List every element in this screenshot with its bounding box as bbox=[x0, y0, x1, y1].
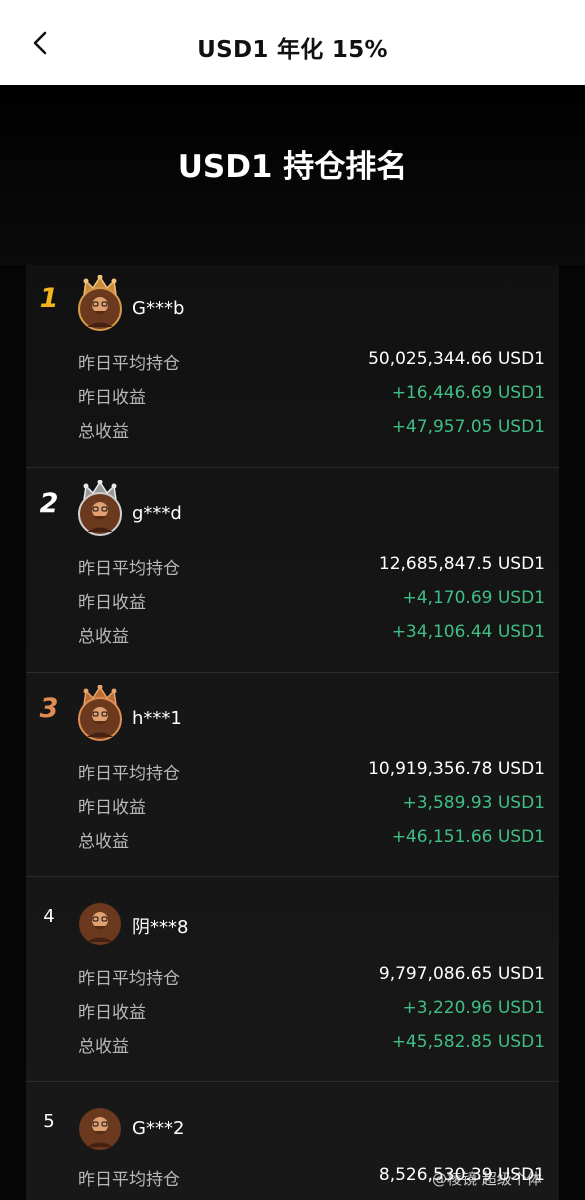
yesterday-profit-value: +16,446.69 USD1 bbox=[391, 383, 545, 403]
avg-position-value: 50,025,344.66 USD1 bbox=[368, 349, 545, 369]
username: G***b bbox=[132, 298, 185, 319]
avg-position-value: 9,797,086.65 USD1 bbox=[378, 964, 545, 984]
user-avatar bbox=[78, 492, 122, 536]
user-avatar bbox=[79, 1108, 121, 1150]
total-profit-label: 总收益 bbox=[78, 422, 129, 442]
ranking-entry-4: 4 阴***8 昨日平均持仓 9,797,086.65 USD1 昨日收益 +3… bbox=[26, 880, 559, 1084]
avg-position-label: 昨日平均持仓 bbox=[78, 354, 180, 374]
yesterday-profit-label: 昨日收益 bbox=[78, 798, 146, 818]
entry-divider bbox=[26, 467, 559, 468]
entry-divider bbox=[26, 1081, 559, 1082]
avg-position-row: 昨日平均持仓 9,797,086.65 USD1 bbox=[78, 964, 545, 989]
total-profit-value: +46,151.66 USD1 bbox=[391, 827, 545, 847]
avg-position-value: 12,685,847.5 USD1 bbox=[378, 554, 545, 574]
total-profit-row: 总收益 +45,582.85 USD1 bbox=[78, 1032, 545, 1057]
total-profit-row: 总收益 +46,151.66 USD1 bbox=[78, 827, 545, 852]
total-profit-row: 总收益 +34,106.44 USD1 bbox=[78, 622, 545, 647]
rank-number-3: 3 bbox=[39, 693, 59, 724]
total-profit-label: 总收益 bbox=[78, 627, 129, 647]
total-profit-value: +45,582.85 USD1 bbox=[391, 1032, 545, 1052]
yesterday-profit-row: 昨日收益 +3,589.93 USD1 bbox=[78, 793, 546, 818]
yesterday-profit-value: +3,589.93 USD1 bbox=[402, 793, 546, 813]
avg-position-label: 昨日平均持仓 bbox=[78, 559, 180, 579]
ranking-entry-1: 1 G***b 昨日平均持仓 50,025,344.66 USD1 昨日收益 +… bbox=[26, 265, 559, 469]
rank-number-1: 1 bbox=[39, 283, 59, 314]
avg-position-row: 昨日平均持仓 10,919,356.78 USD1 bbox=[78, 759, 545, 784]
yesterday-profit-row: 昨日收益 +4,170.69 USD1 bbox=[78, 588, 546, 613]
page-title: USD1 年化 15% bbox=[197, 37, 388, 63]
ranking-entry-3: 3 h***1 昨日平均持仓 10,919,356.78 USD1 昨日收益 +… bbox=[26, 675, 559, 879]
yesterday-profit-value: +4,170.69 USD1 bbox=[402, 588, 546, 608]
total-profit-value: +34,106.44 USD1 bbox=[391, 622, 545, 642]
avg-position-value: 10,919,356.78 USD1 bbox=[368, 759, 545, 779]
rank-number-4: 4 bbox=[43, 906, 55, 927]
entry-divider bbox=[26, 876, 559, 877]
yesterday-profit-label: 昨日收益 bbox=[78, 1003, 146, 1023]
user-avatar bbox=[78, 287, 122, 331]
user-avatar bbox=[78, 697, 122, 741]
user-avatar bbox=[79, 903, 121, 945]
avg-position-label: 昨日平均持仓 bbox=[78, 1170, 180, 1190]
username: g***d bbox=[132, 503, 182, 524]
total-profit-label: 总收益 bbox=[78, 1037, 129, 1057]
ranking-title: USD1 持仓排名 bbox=[177, 149, 408, 185]
username: 阴***8 bbox=[132, 917, 189, 938]
entry-divider bbox=[26, 672, 559, 673]
yesterday-profit-label: 昨日收益 bbox=[78, 593, 146, 613]
rank-number-5: 5 bbox=[43, 1111, 55, 1132]
watermark: @棱镜·超级个体 bbox=[432, 1170, 542, 1188]
yesterday-profit-label: 昨日收益 bbox=[78, 388, 146, 408]
yesterday-profit-row: 昨日收益 +16,446.69 USD1 bbox=[78, 383, 545, 408]
total-profit-label: 总收益 bbox=[78, 832, 129, 852]
ranking-entry-2: 2 g***d 昨日平均持仓 12,685,847.5 USD1 昨日收益 +4… bbox=[26, 470, 559, 674]
yesterday-profit-value: +3,220.96 USD1 bbox=[402, 998, 546, 1018]
avg-position-label: 昨日平均持仓 bbox=[78, 764, 180, 784]
username: G***2 bbox=[132, 1118, 185, 1139]
username: h***1 bbox=[132, 708, 182, 729]
rank-number-2: 2 bbox=[39, 488, 59, 519]
top-nav-bar: USD1 年化 15% bbox=[0, 0, 585, 85]
yesterday-profit-row: 昨日收益 +3,220.96 USD1 bbox=[78, 998, 546, 1023]
total-profit-value: +47,957.05 USD1 bbox=[391, 417, 545, 437]
avg-position-row: 昨日平均持仓 50,025,344.66 USD1 bbox=[78, 349, 545, 374]
avg-position-label: 昨日平均持仓 bbox=[78, 969, 180, 989]
avg-position-row: 昨日平均持仓 12,685,847.5 USD1 bbox=[78, 554, 545, 579]
total-profit-row: 总收益 +47,957.05 USD1 bbox=[78, 417, 545, 442]
page: USD1 年化 15% USD1 持仓排名 1 G***b 昨日平均持仓 50,… bbox=[0, 0, 585, 1200]
